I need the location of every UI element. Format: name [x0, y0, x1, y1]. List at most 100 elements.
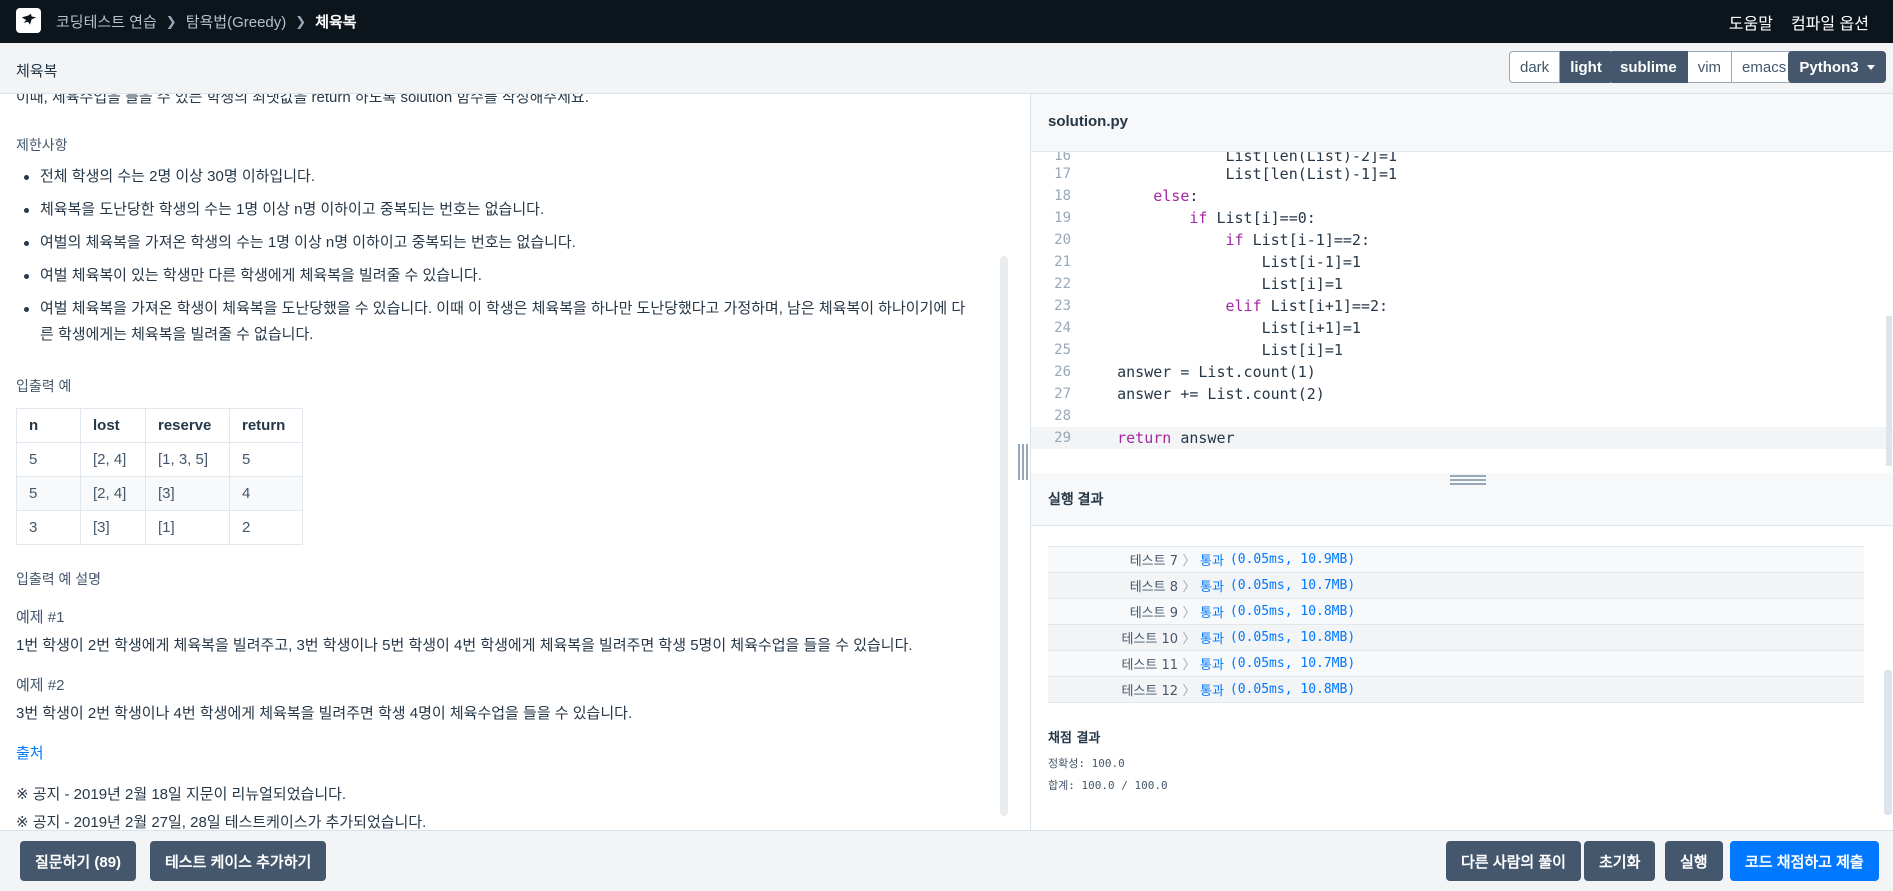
- table-header-cell: reserve: [145, 408, 230, 443]
- theme-light-button[interactable]: light: [1560, 51, 1613, 83]
- table-row: 5 [2, 4] [3] 4: [16, 476, 303, 511]
- test-name: 테스트 10: [1121, 632, 1178, 647]
- code-line: 25 List[i]=1: [1031, 339, 1893, 361]
- keymap-toggle: sublime vim emacs: [1609, 51, 1798, 83]
- code-line: 22 List[i]=1: [1031, 273, 1893, 295]
- code-text: List[i]=1: [1081, 275, 1343, 293]
- test-status: 통과: [1200, 658, 1224, 673]
- io-example-table: n lost reserve return 5 [2, 4] [1, 3, 5]…: [16, 408, 303, 545]
- source-link[interactable]: 출처: [16, 742, 44, 763]
- table-cell: [3]: [145, 476, 230, 511]
- line-number: 28: [1054, 408, 1071, 424]
- keymap-sublime-button[interactable]: sublime: [1609, 51, 1688, 83]
- table-row: 테스트 10 〉 통과 (0.05ms, 10.8MB): [1048, 625, 1864, 651]
- line-number: 25: [1054, 342, 1071, 358]
- caret-down-icon: [1866, 64, 1875, 70]
- table-cell: 5: [229, 442, 303, 477]
- notice-1: ※ 공지 - 2019년 2월 18일 지문이 리뉴얼되었습니다.: [16, 786, 347, 803]
- code-editor[interactable]: 16 List[len(List)-2]=1 17 List[len(List)…: [1031, 152, 1893, 470]
- test-detail: (0.05ms, 10.8MB): [1229, 682, 1356, 697]
- list-item: 여벌 체육복을 가져온 학생이 체육복을 도난당했을 수 있습니다. 이때 이 …: [0, 296, 970, 348]
- code-text: return answer: [1117, 429, 1235, 447]
- table-header-cell: n: [16, 408, 81, 443]
- run-button[interactable]: 실행: [1665, 841, 1723, 881]
- code-line: 21 List[i-1]=1: [1031, 251, 1893, 273]
- breadcrumb-item-current: 체육복: [315, 14, 357, 31]
- test-name: 테스트 8: [1129, 580, 1178, 595]
- theme-dark-button[interactable]: dark: [1509, 51, 1561, 83]
- chevron-right-icon: 〉: [1182, 684, 1196, 699]
- code-text: List[len(List)-1]=1: [1081, 165, 1398, 183]
- breadcrumb-item-greedy[interactable]: 탐욕법(Greedy): [186, 11, 287, 32]
- help-link[interactable]: 도움말: [1729, 10, 1773, 34]
- code-line: 28: [1031, 405, 1893, 427]
- table-row: 테스트 12 〉 통과 (0.05ms, 10.8MB): [1048, 677, 1864, 703]
- notice-2: ※ 공지 - 2019년 2월 27일, 28일 테스트케이스가 추가되었습니다…: [16, 814, 427, 830]
- table-row: 테스트 11 〉 통과 (0.05ms, 10.7MB): [1048, 651, 1864, 677]
- test-name: 테스트 9: [1129, 606, 1178, 621]
- theme-toggle: dark light: [1509, 51, 1613, 83]
- code-text: if List[i-1]==2:: [1225, 231, 1371, 249]
- code-line: 27 answer += List.count(2): [1031, 383, 1893, 405]
- table-cell: [2, 4]: [80, 442, 146, 477]
- ask-question-button[interactable]: 질문하기 (89): [20, 841, 137, 881]
- test-detail: (0.05ms, 10.8MB): [1229, 604, 1356, 619]
- problem-description[interactable]: 이때, 체육수업을 들을 수 있는 학생의 최댓값을 return 하도록 so…: [0, 94, 1002, 830]
- table-header-row: n lost reserve return: [16, 408, 303, 443]
- code-text: answer += List.count(2): [1081, 385, 1325, 403]
- line-number: 29: [1054, 430, 1071, 446]
- problem-header: 체육복 dark light sublime vim emacs Python3: [0, 43, 1893, 94]
- table-cell: 5: [16, 442, 81, 477]
- code-line: 23 elif List[i+1]==2:: [1031, 295, 1893, 317]
- editor-header: solution.py: [1031, 94, 1893, 152]
- breadcrumb-item-practice[interactable]: 코딩테스트 연습: [56, 11, 157, 32]
- breadcrumb: 코딩테스트 연습 ❯ 탐욕법(Greedy) ❯ 체육복: [56, 0, 357, 43]
- chevron-right-icon: ❯: [295, 13, 307, 29]
- list-item: 여벌의 체육복을 가져온 학생의 수는 1명 이상 n명 이하이고 중복되는 번…: [0, 230, 960, 256]
- line-number: 17: [1054, 166, 1071, 182]
- language-select[interactable]: Python3: [1788, 51, 1886, 83]
- problem-statement-tail: 이때, 체육수업을 들을 수 있는 학생의 최댓값을 return 하도록 so…: [16, 94, 589, 106]
- line-number: 20: [1054, 232, 1071, 248]
- submit-button[interactable]: 코드 채점하고 제출: [1730, 841, 1879, 881]
- table-row: 5 [2, 4] [1, 3, 5] 5: [16, 442, 303, 477]
- problem-scrollbar[interactable]: [1000, 256, 1008, 816]
- constraints-heading: 제한사항: [16, 137, 68, 153]
- table-cell: [2, 4]: [80, 476, 146, 511]
- line-number: 22: [1054, 276, 1071, 292]
- constraints-list: 전체 학생의 수는 2명 이상 30명 이하입니다. 체육복을 도난당한 학생의…: [0, 164, 965, 355]
- chevron-right-icon: 〉: [1182, 580, 1196, 595]
- others-solutions-button[interactable]: 다른 사람의 풀이: [1446, 841, 1581, 881]
- keymap-vim-button[interactable]: vim: [1687, 51, 1733, 83]
- test-name: 테스트 12: [1121, 684, 1178, 699]
- example-2-text: 3번 학생이 2번 학생이나 4번 학생에게 체육복을 빌려주면 학생 4명이 …: [16, 705, 633, 722]
- list-item: 여벌 체육복이 있는 학생만 다른 학생에게 체육복을 빌려줄 수 있습니다.: [0, 263, 960, 289]
- compile-options-link[interactable]: 컴파일 옵션: [1791, 10, 1869, 34]
- test-detail: (0.05ms, 10.7MB): [1229, 656, 1356, 671]
- result-scrollbar[interactable]: [1884, 670, 1892, 815]
- io-explanation-heading: 입출력 예 설명: [16, 571, 102, 587]
- programmers-logo-icon[interactable]: [16, 8, 41, 33]
- io-heading: 입출력 예: [16, 378, 72, 394]
- line-number: 21: [1054, 254, 1071, 270]
- code-text: elif List[i+1]==2:: [1225, 297, 1389, 315]
- result-panel[interactable]: 테스트 7 〉 통과 (0.05ms, 10.9MB) 테스트 8 〉 통과 (0.05ms…: [1031, 526, 1893, 830]
- code-text: List[i]=1: [1081, 341, 1343, 359]
- horizontal-resize-handle-icon[interactable]: [1450, 475, 1486, 485]
- line-number: 26: [1054, 364, 1071, 380]
- editor-filename: solution.py: [1048, 113, 1128, 130]
- line-number: 18: [1054, 188, 1071, 204]
- grade-accuracy: 정확성: 100.0: [1048, 757, 1125, 770]
- chevron-right-icon: 〉: [1182, 554, 1196, 569]
- test-name: 테스트 7: [1129, 554, 1178, 569]
- vertical-resize-handle-icon[interactable]: [1018, 444, 1028, 480]
- chevron-right-icon: 〉: [1182, 658, 1196, 673]
- editor-scrollbar[interactable]: [1886, 316, 1892, 466]
- code-text: answer = List.count(1): [1081, 363, 1316, 381]
- test-detail: (0.05ms, 10.9MB): [1229, 552, 1356, 567]
- bottom-action-bar: 질문하기 (89) 테스트 케이스 추가하기 다른 사람의 풀이 초기화 실행 …: [0, 830, 1893, 891]
- table-cell: [1, 3, 5]: [145, 442, 230, 477]
- add-testcase-button[interactable]: 테스트 케이스 추가하기: [150, 841, 327, 881]
- table-cell: [3]: [80, 510, 146, 545]
- reset-button[interactable]: 초기화: [1584, 841, 1656, 881]
